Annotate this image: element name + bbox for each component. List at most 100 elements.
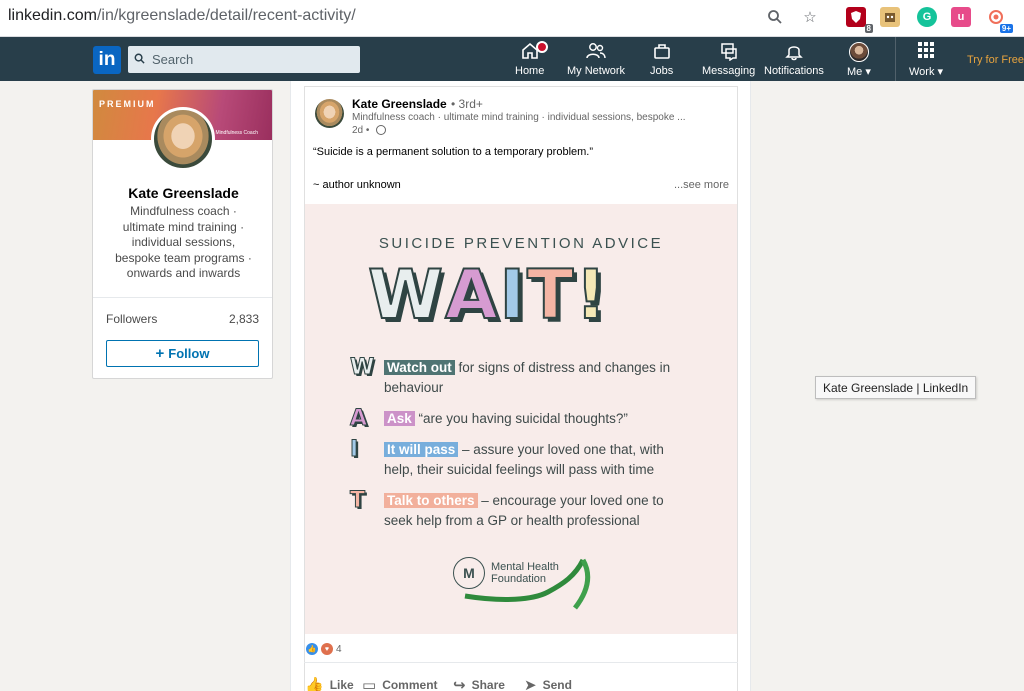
bell-icon — [784, 41, 804, 63]
wait-headline: W A I T ! — [367, 256, 607, 335]
nav-work-row: Work ▾ — [909, 65, 943, 78]
comment-button[interactable]: ▭ Comment — [362, 676, 438, 691]
like-button[interactable]: 👍 Like — [305, 676, 354, 691]
plus-icon: + — [155, 345, 165, 362]
profile-headline: Mindfulness coach · ultimate mind traini… — [115, 204, 252, 280]
post-text: “Suicide is a permanent solution to a te… — [313, 146, 594, 158]
wait-letter: T — [526, 256, 574, 335]
wait-letter: W — [367, 256, 444, 335]
globe-icon — [376, 125, 386, 135]
reactions-summary[interactable]: 👍 ♥ 4 — [306, 643, 342, 655]
wait-letter: I — [499, 256, 526, 335]
share-label: Share — [471, 678, 505, 691]
tab-tooltip: Kate Greenslade | LinkedIn — [815, 376, 977, 399]
feed-post: Kate Greenslade • 3rd+ Mindfulness coach… — [304, 86, 738, 691]
love-reaction-icon: ♥ — [321, 643, 333, 655]
wait-letter: ! — [574, 256, 607, 335]
browser-toolbar: linkedin.com/in/kgreenslade/detail/recen… — [0, 0, 1024, 37]
ublock-icon[interactable]: 8 — [846, 7, 873, 33]
followers-label: Followers — [106, 312, 158, 326]
premium-badge: PREMIUM — [99, 99, 156, 109]
followers-count: 2,833 — [228, 312, 259, 326]
comment-label: Comment — [382, 678, 438, 691]
try-premium-link[interactable]: Try for Free — [967, 54, 1024, 66]
grid-icon — [917, 41, 935, 63]
tip-highlight: Watch out — [384, 360, 455, 375]
linkedin-logo[interactable]: in — [93, 46, 121, 74]
post-timestamp: 2d • — [352, 125, 370, 136]
tip-text: “are you having suicidal thoughts?” — [418, 411, 628, 426]
tip-highlight: It will pass — [384, 442, 459, 457]
search-box[interactable] — [128, 46, 360, 73]
comment-icon: ▭ — [362, 677, 377, 691]
u-label: u — [957, 11, 965, 23]
nav-my-network[interactable]: My Network — [567, 41, 625, 77]
send-icon: ➤ — [524, 677, 537, 691]
green-ribbon-icon — [464, 558, 591, 610]
share-button[interactable]: ↪ Share — [453, 676, 505, 691]
u-icon[interactable]: u — [951, 7, 971, 27]
avatar — [848, 42, 869, 62]
search-input[interactable] — [152, 52, 352, 67]
briefcase-icon — [652, 41, 672, 63]
nav-label: Notifications — [764, 65, 824, 77]
post-author-headline: Mindfulness coach · ultimate mind traini… — [352, 112, 686, 123]
chevron-down-icon: ▾ — [865, 66, 871, 78]
share-icon: ↪ — [453, 677, 466, 691]
url-path: /in/kgreenslade/detail/recent-activity/ — [96, 7, 356, 24]
tip-pass: I It will pass – assure your loved one t… — [349, 437, 690, 480]
tip-body: Watch out for signs of distress and chan… — [384, 358, 690, 398]
profile-name[interactable]: Kate Greenslade — [93, 185, 272, 201]
tip-letter: A — [349, 406, 368, 431]
reactions-count: 4 — [336, 643, 342, 655]
tip-watch: W Watch out for signs of distress and ch… — [349, 356, 690, 398]
tip-talk: T Talk to others – encourage your loved … — [349, 488, 690, 531]
nav-work[interactable]: Work ▾ — [909, 41, 943, 78]
nav-label: Messaging — [702, 65, 756, 77]
profile-card: PREMIUM Kate Greenslade | Mindfulness Co… — [92, 89, 273, 379]
nav-notifications[interactable]: Notifications — [764, 41, 824, 77]
nav-messaging[interactable]: Messaging — [702, 41, 755, 77]
todoist-badge: 9+ — [999, 24, 1013, 33]
nav-jobs[interactable]: Jobs — [650, 41, 673, 77]
wait-letter: A — [444, 256, 499, 335]
image-title: SUICIDE PREVENTION ADVICE — [378, 235, 664, 252]
nav-label: Work — [909, 66, 935, 78]
profile-avatar[interactable] — [151, 107, 215, 171]
see-more-link[interactable]: ...see more — [674, 179, 729, 191]
linkedin-navbar: in Home My Network Jobs Messaging — [0, 37, 1024, 81]
nav-label: Me — [847, 66, 863, 78]
send-button[interactable]: ➤ Send — [524, 676, 572, 691]
todoist-icon[interactable]: 9+ — [986, 7, 1013, 33]
connection-degree: • 3rd+ — [451, 97, 483, 111]
tip-letter: I — [349, 437, 359, 462]
bookmark-star-icon[interactable]: ☆ — [799, 6, 821, 28]
post-image[interactable]: SUICIDE PREVENTION ADVICE W A I T ! W Wa… — [305, 204, 737, 634]
ublock-badge: 8 — [864, 24, 873, 33]
messaging-icon — [719, 41, 739, 63]
post-author-name[interactable]: Kate Greenslade — [352, 97, 447, 111]
like-reaction-icon: 👍 — [306, 643, 318, 655]
nav-me-row: Me ▾ — [847, 65, 871, 78]
tip-letter: T — [349, 488, 366, 513]
nav-me[interactable]: Me ▾ — [847, 41, 871, 78]
robot-icon[interactable] — [880, 7, 900, 27]
tip-body: It will pass – assure your loved one tha… — [384, 440, 690, 480]
like-label: Like — [329, 678, 354, 691]
network-icon — [585, 41, 607, 63]
nav-label: Jobs — [650, 65, 674, 77]
chevron-down-icon: ▾ — [937, 66, 944, 78]
follow-button[interactable]: + Follow — [106, 340, 259, 367]
thumbs-up-icon: 👍 — [305, 677, 324, 691]
nav-label: My Network — [567, 65, 626, 77]
nav-home[interactable]: Home — [515, 41, 548, 77]
nav-divider — [895, 37, 896, 81]
grammarly-icon[interactable]: G — [917, 7, 937, 27]
tip-ask: A Ask “are you having suicidal thoughts?… — [349, 406, 690, 431]
post-author-avatar[interactable] — [315, 99, 344, 128]
notification-dot — [535, 41, 548, 53]
tip-body: Talk to others – encourage your loved on… — [384, 491, 690, 531]
zoom-icon[interactable] — [764, 6, 786, 28]
address-bar[interactable]: linkedin.com/in/kgreenslade/detail/recen… — [8, 7, 356, 25]
send-label: Send — [542, 678, 572, 691]
